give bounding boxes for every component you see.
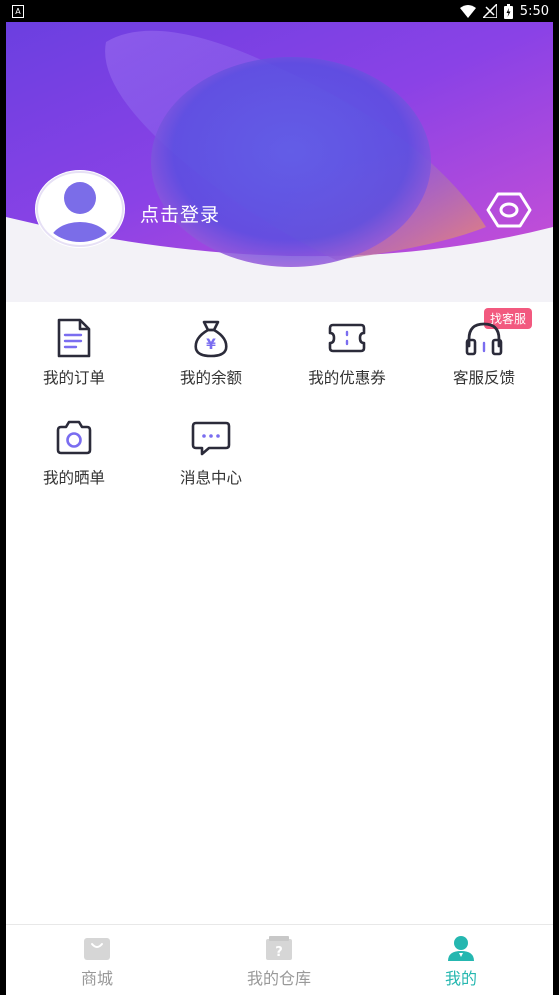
tab-mine[interactable]: 我的 <box>370 925 552 995</box>
phone-screen: A 5:50 点击登录 找客服 我的订单 ¥ 我的余额 我的优惠券 客服反馈 我… <box>0 0 559 995</box>
message-icon <box>191 421 231 456</box>
tab-label: 我的 <box>444 969 477 988</box>
svg-text:?: ? <box>275 945 283 960</box>
menu-item-label: 我的余额 <box>179 369 242 387</box>
menu-item-label: 消息中心 <box>179 469 242 487</box>
warehouse-box-icon: ? <box>266 936 292 960</box>
menu-item-coupons[interactable]: 我的优惠券 <box>279 312 415 402</box>
notification-icon: A <box>12 5 24 18</box>
menu-item-label: 我的订单 <box>42 369 105 387</box>
settings-button[interactable] <box>486 190 532 230</box>
login-link[interactable]: 点击登录 <box>140 200 220 227</box>
document-icon <box>57 318 91 358</box>
tab-label: 商城 <box>80 969 113 988</box>
status-bar: A 5:50 <box>0 0 559 22</box>
app-content: 点击登录 找客服 我的订单 ¥ 我的余额 我的优惠券 客服反馈 我的晒单 消息中… <box>6 22 553 995</box>
bottom-tab-bar: 商城 ? 我的仓库 我的 <box>6 924 553 995</box>
camera-icon <box>56 420 92 455</box>
tab-warehouse[interactable]: ? 我的仓库 <box>188 925 370 995</box>
status-icons: 5:50 <box>459 3 549 19</box>
tab-shop[interactable]: 商城 <box>6 925 188 995</box>
coupon-icon <box>328 323 366 353</box>
headset-icon <box>465 322 503 356</box>
menu-item-messages[interactable]: 消息中心 <box>143 412 279 502</box>
battery-icon <box>503 3 513 19</box>
menu-item-feedback[interactable]: 客服反馈 <box>416 312 552 402</box>
menu-item-label: 客服反馈 <box>452 369 515 387</box>
user-icon <box>448 936 474 961</box>
header-background <box>6 22 553 267</box>
svg-text:¥: ¥ <box>206 337 216 353</box>
settings-hex-icon <box>486 192 532 228</box>
menu-item-label: 我的优惠券 <box>308 369 386 387</box>
shop-bag-icon <box>84 938 110 960</box>
tab-label: 我的仓库 <box>246 969 311 988</box>
default-avatar-icon <box>36 171 124 247</box>
menu-item-reviews[interactable]: 我的晒单 <box>6 412 142 502</box>
status-time: 5:50 <box>519 3 549 19</box>
menu-item-orders[interactable]: 我的订单 <box>6 312 142 402</box>
avatar[interactable] <box>35 170 125 248</box>
wifi-icon <box>459 4 476 18</box>
menu-item-label: 我的晒单 <box>42 469 105 487</box>
money-bag-icon: ¥ <box>194 320 228 358</box>
profile-header: 点击登录 <box>6 22 553 302</box>
signal-icon <box>482 4 497 18</box>
menu-item-balance[interactable]: ¥ 我的余额 <box>143 312 279 402</box>
